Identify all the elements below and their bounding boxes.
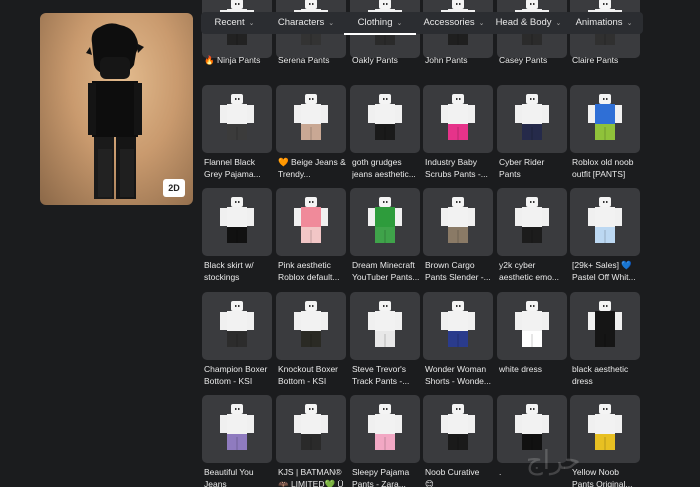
item-name: Flannel Black Grey Pajama...	[204, 157, 261, 179]
item-name: Cyber Rider Pants	[499, 157, 545, 179]
item-name: Claire Pants	[572, 55, 619, 65]
category-tabs: Recent ⌄ Characters ⌄ Clothing ⌄ Accessories ⌄ H…	[201, 12, 643, 35]
item-name: Casey Pants	[499, 55, 548, 65]
item-thumbnail[interactable]	[497, 85, 567, 153]
avatar-outfit-icon	[220, 301, 254, 347]
item-name: goth grudges jeans aesthetic...	[352, 157, 416, 179]
item-thumbnail[interactable]	[570, 85, 640, 153]
avatar-outfit-icon	[220, 197, 254, 243]
avatar-outfit-icon	[515, 301, 549, 347]
item-name: Oakly Pants	[352, 55, 398, 65]
item-thumbnail[interactable]	[423, 292, 493, 360]
avatar-outfit-icon	[441, 301, 475, 347]
view-2d-button[interactable]: 2D	[163, 179, 185, 197]
tab-label: Recent	[214, 17, 245, 28]
item-name: 🧡 Beige Jeans & Trendy...	[278, 157, 346, 179]
item-name: 🔥 Ninja Pants	[204, 55, 261, 65]
tab-characters[interactable]: Characters ⌄	[268, 12, 344, 34]
item-thumbnail[interactable]	[570, 188, 640, 256]
tab-label: Accessories	[423, 17, 475, 28]
item-name: Knockout Boxer Bottom - KSI	[278, 364, 339, 386]
tab-label: Clothing	[357, 17, 393, 28]
item-thumbnail[interactable]	[276, 85, 346, 153]
item-name: Steve Trevor's Track Pants -...	[352, 364, 410, 386]
item-thumbnail[interactable]	[276, 395, 346, 463]
avatar-outfit-icon	[294, 197, 328, 243]
item-thumbnail[interactable]	[423, 395, 493, 463]
chevron-down-icon: ⌄	[396, 20, 403, 27]
tab-recent[interactable]: Recent ⌄	[201, 12, 268, 34]
chevron-down-icon: ⌄	[555, 20, 562, 27]
item-name: y2k cyber aesthetic emo...	[499, 260, 560, 282]
item-thumbnail[interactable]	[276, 292, 346, 360]
avatar-outfit-icon	[368, 197, 402, 243]
chevron-down-icon: ⌄	[478, 20, 485, 27]
item-thumbnail[interactable]	[423, 188, 493, 256]
item-name: black aesthetic dress	[572, 364, 629, 386]
item-thumbnail[interactable]	[202, 395, 272, 463]
item-name: Dream Minecraft YouTuber Pants...	[352, 260, 420, 282]
item-thumbnail[interactable]	[202, 188, 272, 256]
item-name: Wonder Woman Shorts - Wonde...	[425, 364, 491, 386]
tab-label: Head & Body	[495, 17, 552, 28]
item-name: Noob Curative 😊	[425, 467, 480, 487]
item-thumbnail[interactable]	[423, 85, 493, 153]
avatar-preview[interactable]: 2D	[40, 13, 193, 205]
item-name: Sleepy Pajama Pants - Zara...	[352, 467, 410, 487]
item-name: Industry Baby Scrubs Pants -...	[425, 157, 488, 179]
item-thumbnail[interactable]	[276, 188, 346, 256]
tab-head-body[interactable]: Head & Body ⌄	[492, 12, 565, 34]
item-thumbnail[interactable]	[350, 292, 420, 360]
avatar-outfit-icon	[441, 404, 475, 450]
tab-clothing[interactable]: Clothing ⌄	[344, 12, 416, 35]
avatar-outfit-icon	[441, 197, 475, 243]
item-name: Champion Boxer Bottom - KSI	[204, 364, 268, 386]
tab-label: Characters	[277, 17, 325, 28]
chevron-down-icon: ⌄	[328, 20, 335, 27]
item-name: Yellow Noob Pants Original...	[572, 467, 633, 487]
item-thumbnail[interactable]	[570, 292, 640, 360]
item-thumbnail[interactable]	[350, 188, 420, 256]
item-name: Pink aesthetic Roblox default...	[278, 260, 340, 282]
avatar-outfit-icon	[368, 301, 402, 347]
chevron-down-icon: ⌄	[626, 20, 633, 27]
item-grid: 🔥 Ninja Pants Serena Pants Oakly Pants J…	[202, 0, 644, 487]
tab-accessories[interactable]: Accessories ⌄	[416, 12, 492, 34]
item-name: Roblox old noob outfit [PANTS]	[572, 157, 634, 179]
watermark: ﺣﺮاج	[526, 446, 581, 476]
item-thumbnail[interactable]	[497, 292, 567, 360]
item-name: [29k+ Sales] 💙 Pastel Off Whit...	[572, 260, 636, 282]
avatar-outfit-icon	[588, 404, 622, 450]
avatar-outfit-icon	[294, 301, 328, 347]
avatar-outfit-icon	[588, 197, 622, 243]
item-thumbnail[interactable]	[350, 85, 420, 153]
item-name: Brown Cargo Pants Slender -...	[425, 260, 491, 282]
avatar-outfit-icon	[294, 404, 328, 450]
item-name: Serena Pants	[278, 55, 330, 65]
item-thumbnail[interactable]	[202, 85, 272, 153]
avatar-outfit-icon	[588, 301, 622, 347]
avatar-outfit-icon	[441, 94, 475, 140]
avatar-outfit-icon	[368, 404, 402, 450]
item-name: John Pants	[425, 55, 468, 65]
item-name: Beautiful You Jeans	[204, 467, 254, 487]
item-thumbnail[interactable]	[350, 395, 420, 463]
avatar-outfit-icon	[515, 94, 549, 140]
item-name: KJS | BATMAN® 🦇 LIMITED💚 Ü	[278, 467, 344, 487]
avatar-outfit-icon	[515, 197, 549, 243]
avatar-outfit-icon	[220, 404, 254, 450]
item-thumbnail[interactable]	[497, 188, 567, 256]
tab-animations[interactable]: Animations ⌄	[565, 12, 643, 34]
tab-label: Animations	[575, 17, 623, 28]
avatar-outfit-icon	[588, 94, 622, 140]
avatar-outfit-icon	[294, 94, 328, 140]
item-thumbnail[interactable]	[570, 395, 640, 463]
avatar-outfit-icon	[368, 94, 402, 140]
avatar-figure-icon	[86, 23, 144, 199]
chevron-down-icon: ⌄	[248, 20, 255, 27]
item-thumbnail[interactable]	[202, 292, 272, 360]
item-name: Black skirt w/ stockings	[204, 260, 254, 282]
avatar-outfit-icon	[220, 94, 254, 140]
item-name: white dress	[499, 364, 542, 374]
